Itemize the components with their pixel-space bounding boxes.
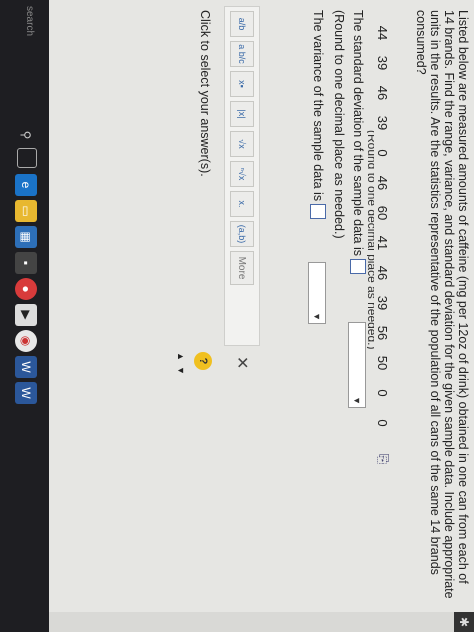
store-icon[interactable]: ▦: [15, 226, 37, 248]
close-icon[interactable]: ✕: [232, 356, 252, 369]
partial-round-note: (Round to one decimal place as needed.): [367, 130, 374, 350]
dropdown-arrow-icon: ▼: [352, 396, 362, 405]
data-value: 39: [375, 115, 391, 131]
std-dev-line: The standard deviation of the sample dat…: [350, 10, 366, 274]
data-value: 0: [375, 149, 391, 157]
app-icon[interactable]: ▶: [15, 304, 37, 326]
edge-browser-icon[interactable]: e: [15, 174, 37, 196]
variance-units-dropdown[interactable]: ▼: [308, 262, 326, 324]
data-value: 41: [375, 235, 391, 251]
data-value: 56: [375, 325, 391, 341]
absolute-value-button[interactable]: |x|: [230, 101, 254, 127]
media-app-icon[interactable]: ●: [15, 278, 37, 300]
more-button[interactable]: More: [230, 251, 254, 285]
variance-label: The variance of the sample data is: [311, 10, 325, 202]
data-value: 60: [375, 205, 391, 221]
data-value: 46: [375, 265, 391, 281]
std-dev-units-dropdown[interactable]: ▼: [348, 322, 366, 408]
std-dev-label: The standard deviation of the sample dat…: [351, 10, 365, 256]
data-value: 50: [375, 355, 391, 371]
click-to-select-text: Click to select your answer(s).: [198, 10, 212, 177]
help-button[interactable]: ?: [194, 352, 212, 370]
data-value: 0: [375, 389, 391, 397]
variance-input[interactable]: [310, 204, 326, 220]
data-value: 39: [375, 55, 391, 71]
question-page: Listed below are measured amounts of caf…: [49, 0, 474, 612]
variance-line: The variance of the sample data is: [310, 10, 326, 220]
data-value: 46: [375, 85, 391, 101]
microphone-icon[interactable]: ⚲: [15, 124, 37, 146]
word-icon[interactable]: W: [15, 356, 37, 378]
scroll-up-icon[interactable]: ▲: [176, 352, 186, 361]
interval-button[interactable]: (a,b): [230, 221, 254, 247]
std-dev-note: (Round to one decimal place as needed.): [332, 10, 346, 239]
data-value: 0: [375, 419, 391, 427]
mixed-number-button[interactable]: a b/c: [230, 41, 254, 67]
task-view-icon[interactable]: [17, 148, 37, 168]
fraction-button[interactable]: a/b: [230, 11, 254, 37]
exponent-button[interactable]: x▪: [230, 71, 254, 97]
square-root-button[interactable]: √x: [230, 131, 254, 157]
app-icon[interactable]: ▪: [15, 252, 37, 274]
decimal-button[interactable]: x.: [230, 191, 254, 217]
scroll-down-icon[interactable]: ▼: [176, 366, 186, 375]
taskbar-search[interactable]: search: [24, 6, 35, 36]
caffeine-data-row: 44 39 46 39 0 46 60 41 46 39 56 50 0 0 ⎘: [374, 18, 392, 608]
file-explorer-icon[interactable]: ▭: [15, 200, 37, 222]
data-value: 39: [375, 295, 391, 311]
data-value: 46: [375, 175, 391, 191]
data-value: 44: [375, 25, 391, 41]
copy-data-icon[interactable]: ⎘: [375, 444, 391, 474]
chrome-icon[interactable]: ◉: [15, 330, 37, 352]
dropdown-arrow-icon: ▼: [312, 312, 322, 321]
math-toolbar: a/b a b/c x▪ |x| √x ⁿ√x x. (a,b) More: [224, 6, 260, 346]
browser-screen: Listed below are measured amounts of caf…: [49, 0, 474, 632]
windows-taskbar: search ⚲ e ▭ ▦ ▪ ● ▶ ◉ W W: [0, 0, 49, 632]
question-text: Listed below are measured amounts of caf…: [414, 10, 470, 599]
rotated-photo-scene: Listed below are measured amounts of caf…: [0, 0, 474, 632]
pin-icon[interactable]: ✱: [454, 612, 474, 632]
word-icon[interactable]: W: [15, 382, 37, 404]
std-dev-input[interactable]: [350, 258, 366, 274]
nth-root-button[interactable]: ⁿ√x: [230, 161, 254, 187]
